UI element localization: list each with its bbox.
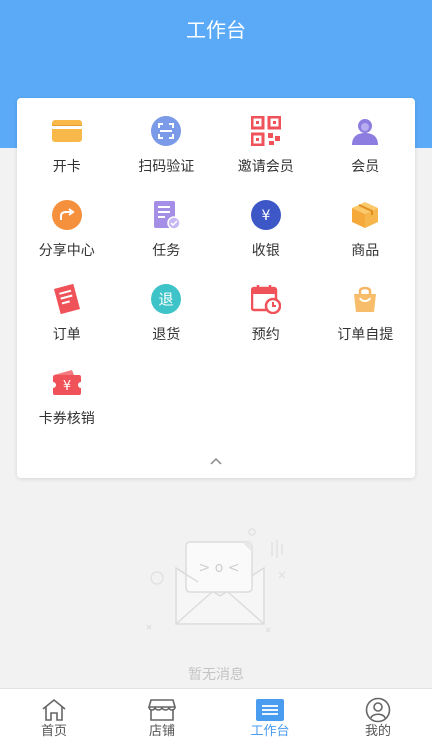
tab-workbench[interactable]: 工作台	[216, 689, 324, 744]
grid-item-label: 预约	[251, 327, 280, 343]
tab-label: 工作台	[250, 724, 290, 739]
member-icon	[348, 114, 382, 148]
empty-message-illustration: > o <	[140, 520, 300, 650]
return-icon: 退	[149, 282, 183, 316]
grid-item-product[interactable]: 商品	[316, 196, 416, 280]
grid-item-label: 订单自提	[337, 327, 394, 343]
qrcode-icon	[249, 114, 283, 148]
grid-item-label: 邀请会员	[237, 159, 294, 175]
grid-item-return[interactable]: 退 退货	[117, 280, 217, 364]
scan-icon	[149, 114, 183, 148]
coupon-icon: ¥	[50, 366, 84, 400]
product-box-icon	[348, 198, 382, 232]
chevron-up-icon	[210, 457, 222, 465]
grid-item-label: 订单	[52, 327, 81, 343]
order-receipt-icon	[50, 282, 84, 316]
grid-item-label: 任务	[152, 243, 181, 259]
grid-item-coupon-redeem[interactable]: ¥ 卡券核销	[17, 364, 117, 448]
svg-text:退: 退	[159, 291, 174, 309]
grid-item-label: 开卡	[52, 159, 81, 175]
svg-text:> o <: > o <	[199, 560, 240, 576]
grid-item-label: 分享中心	[38, 243, 95, 259]
grid-item-task[interactable]: 任务	[117, 196, 217, 280]
grid-item-invite-member[interactable]: 邀请会员	[216, 112, 316, 196]
page-title: 工作台	[186, 18, 246, 42]
grid-item-label: 扫码验证	[138, 159, 195, 175]
grid-item-appointment[interactable]: 预约	[216, 280, 316, 364]
home-icon	[40, 697, 68, 723]
tab-label: 首页	[40, 724, 67, 739]
grid-item-share-center[interactable]: 分享中心	[17, 196, 117, 280]
profile-icon	[364, 697, 392, 723]
grid-item-label: 会员	[351, 159, 380, 175]
grid-item-cashier[interactable]: ¥ 收银	[216, 196, 316, 280]
store-icon	[148, 697, 176, 723]
empty-message-text: 暂无消息	[188, 667, 244, 683]
tab-profile[interactable]: 我的	[324, 689, 432, 744]
grid-item-label: 卡券核销	[38, 411, 95, 427]
tab-label: 店铺	[148, 724, 175, 739]
collapse-button[interactable]	[206, 454, 226, 468]
grid-item-label: 商品	[351, 243, 380, 259]
tab-store[interactable]: 店铺	[108, 689, 216, 744]
tab-home[interactable]: 首页	[0, 689, 108, 744]
function-grid: 开卡 扫码验证 邀请会员 会员 分享中心 任务 ¥ 收银 商品 订单 退 退货 …	[17, 112, 415, 448]
cashier-icon: ¥	[249, 198, 283, 232]
grid-item-label: 退货	[152, 327, 181, 343]
pickup-bag-icon	[348, 282, 382, 316]
calendar-icon	[249, 282, 283, 316]
grid-item-order[interactable]: 订单	[17, 280, 117, 364]
grid-item-scan-verify[interactable]: 扫码验证	[117, 112, 217, 196]
grid-item-open-card[interactable]: 开卡	[17, 112, 117, 196]
share-icon	[50, 198, 84, 232]
svg-text:¥: ¥	[261, 208, 270, 224]
task-icon	[149, 198, 183, 232]
grid-item-order-pickup[interactable]: 订单自提	[316, 280, 416, 364]
grid-item-label: 收银	[251, 243, 280, 259]
workbench-icon	[256, 697, 284, 723]
bottom-tab-bar: 首页 店铺 工作台 我的	[0, 688, 432, 744]
card-icon	[50, 114, 84, 148]
grid-item-member[interactable]: 会员	[316, 112, 416, 196]
tab-label: 我的	[364, 724, 391, 739]
function-card: 开卡 扫码验证 邀请会员 会员 分享中心 任务 ¥ 收银 商品 订单 退 退货 …	[17, 98, 415, 478]
svg-text:¥: ¥	[63, 379, 71, 394]
